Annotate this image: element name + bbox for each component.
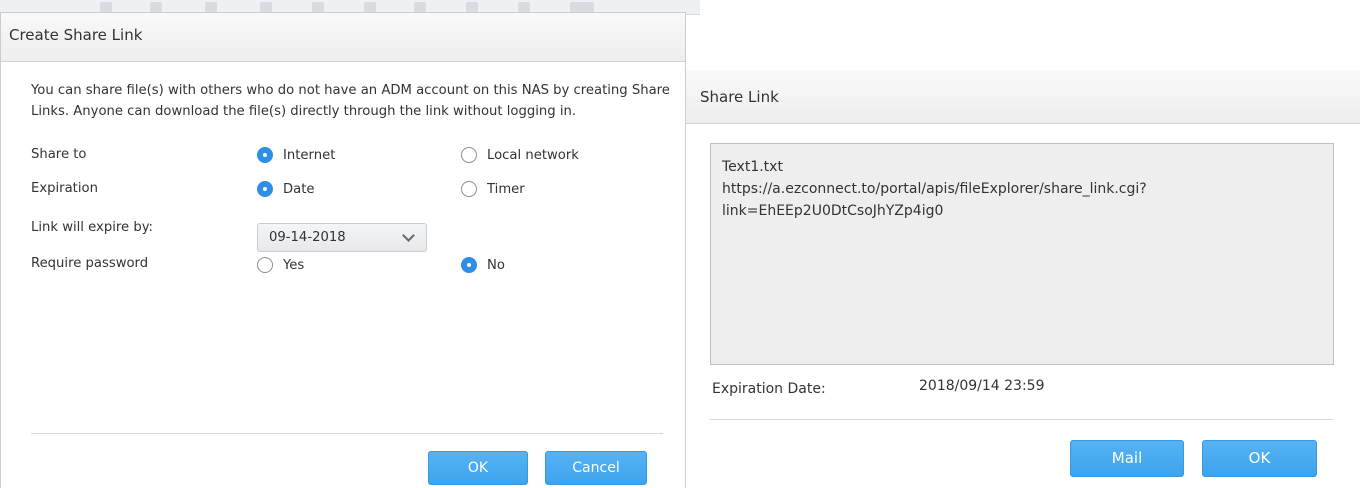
share-to-internet-radio[interactable]: Internet [257, 147, 335, 163]
expiration-timer-radio[interactable]: Timer [461, 181, 525, 197]
radio-selected-icon [461, 257, 477, 273]
expire-date-value: 09-14-2018 [269, 230, 346, 245]
share-url-line-2: link=EhEEp2U0DtCsoJhYZp4ig0 [722, 203, 944, 219]
toolbar-properties-icon [466, 2, 478, 12]
intro-line-1: You can share file(s) with others who do… [31, 83, 670, 98]
dialog-header: Share Link [686, 70, 1360, 124]
share-to-label: Share to [31, 147, 87, 162]
radio-label: Yes [283, 257, 305, 273]
toolbar-cut-icon [260, 2, 272, 12]
expire-date-dropdown[interactable]: 09-14-2018 [257, 223, 427, 252]
intro-text: You can share file(s) with others who do… [31, 80, 671, 122]
require-password-yes-radio[interactable]: Yes [257, 257, 304, 273]
expiration-label: Expiration [31, 181, 98, 196]
radio-unselected-icon [461, 147, 477, 163]
footer-divider [31, 433, 663, 434]
radio-unselected-icon [257, 257, 273, 273]
radio-label: Date [283, 181, 315, 197]
ok-button[interactable]: OK [1202, 440, 1317, 477]
dialog-title: Create Share Link [9, 26, 143, 44]
share-to-local-network-radio[interactable]: Local network [461, 147, 579, 163]
expire-by-label: Link will expire by: [31, 220, 153, 235]
radio-selected-icon [257, 181, 273, 197]
ok-button[interactable]: OK [428, 451, 528, 485]
require-password-label: Require password [31, 256, 149, 271]
intro-line-2: Links. Anyone can download the file(s) d… [31, 104, 577, 119]
radio-label: Local network [487, 147, 579, 163]
share-link-textbox[interactable]: Text1.txt https://a.ezconnect.to/portal/… [710, 143, 1334, 365]
radio-label: Timer [487, 181, 525, 197]
toolbar-copy-icon [312, 2, 324, 12]
radio-label: Internet [283, 147, 336, 163]
expiration-date-radio[interactable]: Date [257, 181, 315, 197]
toolbar-download-icon [205, 2, 217, 12]
radio-selected-icon [257, 147, 273, 163]
share-url-line-1: https://a.ezconnect.to/portal/apis/fileE… [722, 181, 1147, 197]
dialog-title: Share Link [700, 88, 779, 106]
share-link-dialog: Share Link Text1.txt https://a.ezconnect… [686, 70, 1360, 488]
share-file-name: Text1.txt [722, 159, 783, 175]
dialog-header: Create Share Link [1, 13, 685, 62]
toolbar-upload-icon [150, 2, 162, 12]
toolbar-history-icon [364, 2, 376, 12]
toolbar-folder-icon [100, 2, 112, 12]
toolbar-share-icon [570, 2, 594, 12]
expiration-date-label: Expiration Date: [712, 381, 826, 397]
toolbar-delete-icon [518, 2, 530, 12]
footer-divider [710, 419, 1334, 420]
require-password-no-radio[interactable]: No [461, 257, 505, 273]
expiration-date-value: 2018/09/14 23:59 [919, 378, 1045, 394]
toolbar-add-icon [414, 2, 426, 12]
radio-unselected-icon [461, 181, 477, 197]
mail-button[interactable]: Mail [1070, 440, 1184, 477]
chevron-down-icon [402, 229, 415, 242]
radio-label: No [487, 257, 505, 273]
create-share-link-dialog: Create Share Link You can share file(s) … [0, 12, 686, 488]
cancel-button[interactable]: Cancel [545, 451, 647, 485]
